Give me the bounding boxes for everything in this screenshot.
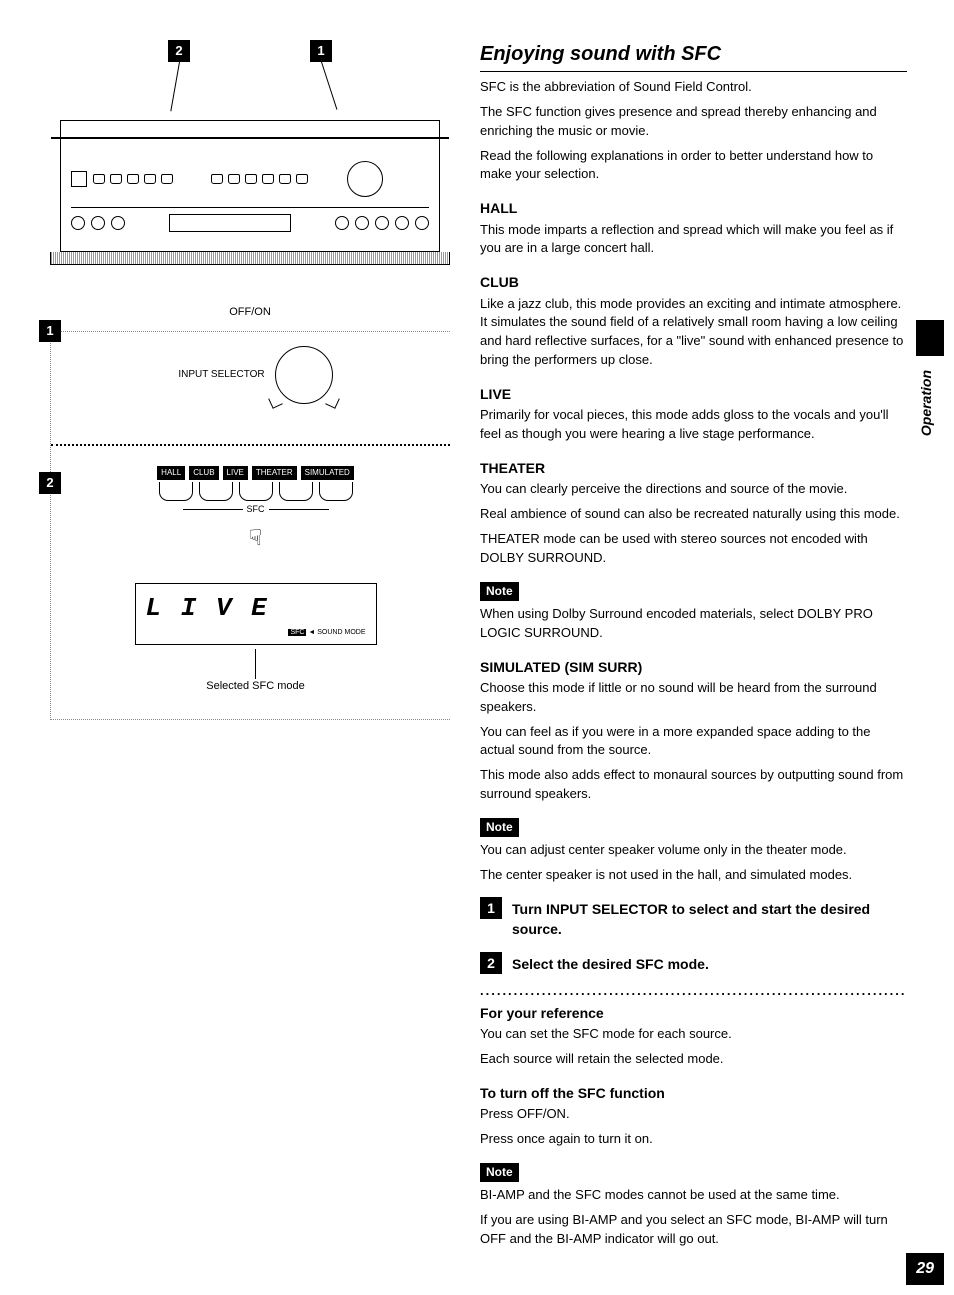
- page-number: 29: [906, 1253, 944, 1284]
- simulated-heading: SIMULATED (SIM SURR): [480, 657, 907, 677]
- step-2-text: Select the desired SFC mode.: [512, 952, 709, 974]
- hall-text: This mode imparts a reflection and sprea…: [480, 221, 907, 259]
- club-heading: CLUB: [480, 272, 907, 292]
- steps-panel: 1 2 INPUT SELECTOR HALL CLUB LIVE THEATE…: [50, 331, 450, 720]
- lcd-mode-text: L I V E: [146, 590, 366, 628]
- step-1-text: Turn INPUT SELECTOR to select and start …: [512, 897, 907, 940]
- ref-1: You can set the SFC mode for each source…: [480, 1025, 907, 1044]
- note-badge-3: Note: [480, 1163, 519, 1182]
- note-2a: You can adjust center speaker volume onl…: [480, 841, 907, 860]
- turnoff-heading: To turn off the SFC function: [480, 1083, 907, 1103]
- right-text-column: Enjoying sound with SFC SFC is the abbre…: [480, 40, 907, 1255]
- theater-heading: THEATER: [480, 458, 907, 478]
- club-text: Like a jazz club, this mode provides an …: [480, 295, 907, 370]
- note-badge-1: Note: [480, 582, 519, 601]
- hall-heading: HALL: [480, 198, 907, 218]
- sfc-buttons-row: [81, 482, 430, 501]
- callout-2-top: 2: [168, 40, 190, 62]
- panel-callout-2: 2: [39, 472, 61, 494]
- panel-callout-1: 1: [39, 320, 61, 342]
- page-title: Enjoying sound with SFC: [480, 40, 907, 72]
- sfc-group-label: SFC: [81, 503, 430, 516]
- sim-text-1: Choose this mode if little or no sound w…: [480, 679, 907, 717]
- off-2: Press once again to turn it on.: [480, 1130, 907, 1149]
- note-badge-2: Note: [480, 818, 519, 837]
- note-2b: The center speaker is not used in the ha…: [480, 866, 907, 885]
- reference-heading: For your reference: [480, 1003, 907, 1023]
- left-diagram-column: 2 1: [50, 40, 450, 1255]
- input-selector-knob: [275, 346, 333, 404]
- side-tab-block: [916, 320, 944, 356]
- off-on-label: OFF/ON: [50, 305, 450, 321]
- input-selector-label: INPUT SELECTOR: [178, 368, 264, 383]
- theater-text-1: You can clearly perceive the directions …: [480, 480, 907, 499]
- note-3b: If you are using BI-AMP and you select a…: [480, 1211, 907, 1249]
- sim-text-3: This mode also adds effect to monaural s…: [480, 766, 907, 804]
- divider-dots: ........................................…: [480, 982, 907, 1001]
- off-1: Press OFF/ON.: [480, 1105, 907, 1124]
- sim-text-2: You can feel as if you were in a more ex…: [480, 723, 907, 761]
- live-text: Primarily for vocal pieces, this mode ad…: [480, 406, 907, 444]
- intro-1: SFC is the abbreviation of Sound Field C…: [480, 78, 907, 97]
- ref-2: Each source will retain the selected mod…: [480, 1050, 907, 1069]
- device-display: [169, 214, 291, 232]
- theater-text-2: Real ambience of sound can also be recre…: [480, 505, 907, 524]
- intro-2: The SFC function gives presence and spre…: [480, 103, 907, 141]
- live-heading: LIVE: [480, 384, 907, 404]
- step-2-number: 2: [480, 952, 502, 974]
- theater-text-3: THEATER mode can be used with stereo sou…: [480, 530, 907, 568]
- sfc-mode-labels: HALL CLUB LIVE THEATER SIMULATED: [81, 466, 430, 480]
- intro-3: Read the following explanations in order…: [480, 147, 907, 185]
- note-1-text: When using Dolby Surround encoded materi…: [480, 605, 907, 643]
- device-main-knob: [347, 161, 383, 197]
- lcd-display: L I V E SFC ◄ SOUND MODE: [135, 583, 377, 645]
- step-1-number: 1: [480, 897, 502, 919]
- pointing-hand-icon: ☟: [81, 522, 430, 554]
- device-illustration: [60, 120, 440, 252]
- side-tab-label: Operation: [916, 370, 936, 436]
- note-3a: BI-AMP and the SFC modes cannot be used …: [480, 1186, 907, 1205]
- callout-1-top: 1: [310, 40, 332, 62]
- lcd-caption: Selected SFC mode: [81, 679, 430, 695]
